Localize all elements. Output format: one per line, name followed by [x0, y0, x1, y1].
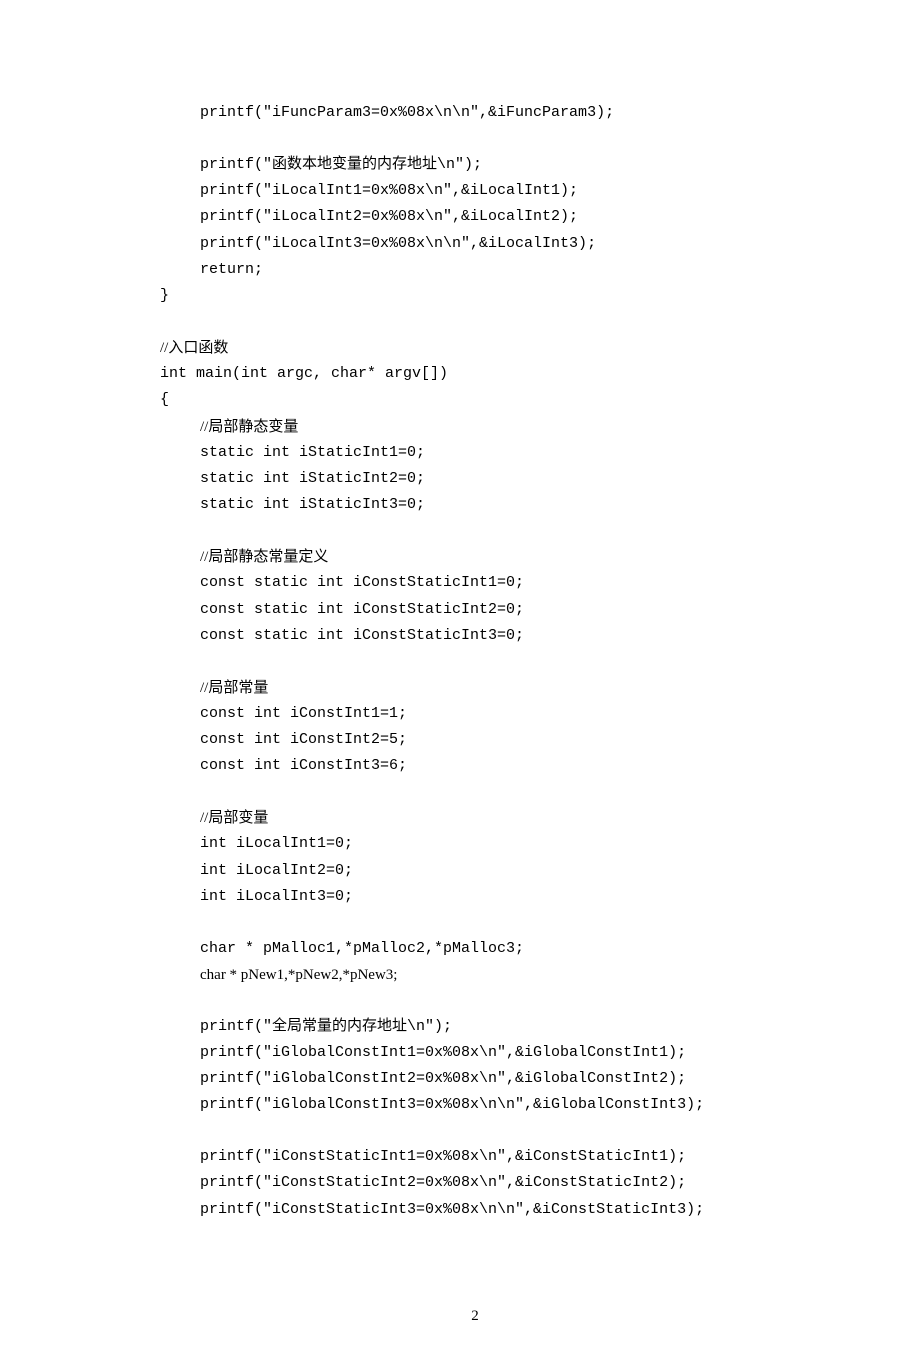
blank-line — [160, 988, 790, 1014]
code-line: int iLocalInt1=0; — [160, 831, 790, 857]
comment-local-static-const: //局部静态常量定义 — [160, 544, 790, 570]
code-line: printf("iConstStaticInt1=0x%08x\n",&iCon… — [160, 1144, 790, 1170]
comment-entry-function: //入口函数 — [160, 335, 790, 361]
code-line: int iLocalInt3=0; — [160, 884, 790, 910]
code-line: } — [160, 283, 790, 309]
comment-local-static-var: //局部静态变量 — [160, 414, 790, 440]
code-line: const int iConstInt1=1; — [160, 701, 790, 727]
code-line: int iLocalInt2=0; — [160, 858, 790, 884]
blank-line — [160, 780, 790, 806]
blank-line — [160, 910, 790, 936]
code-line: printf("iFuncParam3=0x%08x\n\n",&iFuncPa… — [160, 100, 790, 126]
comment-local-var: //局部变量 — [160, 805, 790, 831]
code-line: printf("iLocalInt3=0x%08x\n\n",&iLocalIn… — [160, 231, 790, 257]
code-line: static int iStaticInt1=0; — [160, 440, 790, 466]
code-line: const static int iConstStaticInt3=0; — [160, 623, 790, 649]
code-line: printf("全局常量的内存地址\n"); — [160, 1014, 790, 1040]
code-line: char * pNew1,*pNew2,*pNew3; — [160, 962, 790, 988]
code-line: printf("函数本地变量的内存地址\n"); — [160, 152, 790, 178]
code-line: const static int iConstStaticInt1=0; — [160, 570, 790, 596]
code-block: printf("iFuncParam3=0x%08x\n\n",&iFuncPa… — [160, 100, 790, 1223]
blank-line — [160, 519, 790, 545]
code-line: return; — [160, 257, 790, 283]
comment-local-const: //局部常量 — [160, 675, 790, 701]
code-line: { — [160, 387, 790, 413]
blank-line — [160, 1119, 790, 1145]
code-line: static int iStaticInt3=0; — [160, 492, 790, 518]
code-line: const int iConstInt2=5; — [160, 727, 790, 753]
code-line: printf("iGlobalConstInt3=0x%08x\n\n",&iG… — [160, 1092, 790, 1118]
blank-line — [160, 309, 790, 335]
code-line: printf("iLocalInt2=0x%08x\n",&iLocalInt2… — [160, 204, 790, 230]
code-line: const static int iConstStaticInt2=0; — [160, 597, 790, 623]
code-line: printf("iConstStaticInt3=0x%08x\n\n",&iC… — [160, 1197, 790, 1223]
code-line: printf("iGlobalConstInt2=0x%08x\n",&iGlo… — [160, 1066, 790, 1092]
blank-line — [160, 126, 790, 152]
code-line: printf("iLocalInt1=0x%08x\n",&iLocalInt1… — [160, 178, 790, 204]
page-number: 2 — [160, 1303, 790, 1329]
blank-line — [160, 649, 790, 675]
code-line: printf("iConstStaticInt2=0x%08x\n",&iCon… — [160, 1170, 790, 1196]
code-line: char * pMalloc1,*pMalloc2,*pMalloc3; — [160, 936, 790, 962]
code-line: int main(int argc, char* argv[]) — [160, 361, 790, 387]
code-line: const int iConstInt3=6; — [160, 753, 790, 779]
code-line: printf("iGlobalConstInt1=0x%08x\n",&iGlo… — [160, 1040, 790, 1066]
code-line: static int iStaticInt2=0; — [160, 466, 790, 492]
